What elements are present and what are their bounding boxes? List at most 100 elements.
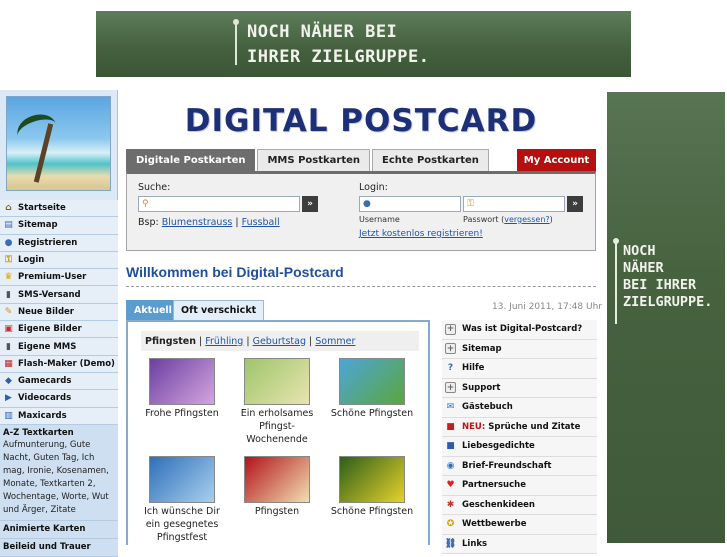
info-link-spr-che-und-zitate[interactable]: ■ NEU: Sprüche und Zitate [442,417,597,437]
video-icon: ▶ [5,393,12,404]
az-title[interactable]: A-Z Textkarten [3,428,115,438]
sidebar-item-label: SMS-Versand [18,289,81,300]
sidebar-item-registrieren[interactable]: ● Registrieren [0,234,118,252]
info-link-wettbewerbe[interactable]: ✪ Wettbewerbe [442,515,597,535]
example-link-fussball[interactable]: Fussball [242,217,280,228]
postcard-thumbnail[interactable] [149,456,215,503]
password-label: Passwort [463,215,499,224]
site-logo[interactable]: DIGITAL POSTCARD [126,98,596,143]
sidebar-item-label: Sitemap [18,220,58,231]
postcard[interactable]: Schöne Pfingsten [326,456,418,518]
left-sidebar: ⌂ Startseite ▤ Sitemap ● Registrieren ⚿ Login ♛ P… [0,90,118,557]
postcard[interactable]: Schöne Pfingsten [326,358,418,420]
sidebar-item-premium-user[interactable]: ♛ Premium-User [0,269,118,287]
banner-line [615,242,617,324]
postcard[interactable]: Ich wünsche Dir ein gesegnetes Pfingstfe… [136,456,228,544]
postcard[interactable]: Frohe Pfingsten [136,358,228,420]
sidebar-section-partial[interactable]: Beileid und Trauer [0,538,118,557]
postcard-thumbnail[interactable] [339,358,405,405]
info-link-label: Links [462,538,488,549]
postcard-caption[interactable]: Ein erholsames Pfingst-Wochenende [231,407,323,446]
search-input[interactable]: ⚲ [138,196,300,212]
my-account-button[interactable]: My Account [517,149,596,171]
postcard-caption[interactable]: Schöne Pfingsten [326,407,418,420]
sidebar-section-animated[interactable]: Animierte Karten [0,520,118,539]
sidebar-item-label: Eigene MMS [18,341,77,352]
film-icon: ▦ [4,358,13,369]
search-examples: Bsp: Blumenstrauss | Fussball [138,217,280,228]
info-link-links[interactable]: ⛓ Links [442,534,597,554]
info-link-partnersuche[interactable]: ♥ Partnersuche [442,476,597,496]
tab-aktuell[interactable]: Aktuell [126,300,180,320]
info-link-support[interactable]: + Support [442,378,597,398]
palm-leaves [13,109,61,151]
info-link-label: Partnersuche [462,480,526,491]
sidebar-item-videocards[interactable]: ▶ Videocards [0,390,118,408]
sidebar-item-login[interactable]: ⚿ Login [0,251,118,270]
forgot-password-link[interactable]: vergessen? [504,215,549,224]
sidebar-item-gamecards[interactable]: ◆ Gamecards [0,372,118,391]
sidebar-item-eigene-bilder[interactable]: ▣ Eigene Bilder [0,321,118,339]
info-link-was-ist-digital-postcard[interactable]: + Was ist Digital-Postcard? [442,320,597,340]
examples-prefix: Bsp: [138,217,159,228]
tab-mms-postkarten[interactable]: MMS Postkarten [257,149,371,171]
side-banner-line: ZIELGRUPPE. [623,294,713,310]
postcard-caption[interactable]: Frohe Pfingsten [136,407,228,420]
banner-line [235,23,237,65]
category-fruehling[interactable]: Frühling [205,336,243,347]
category-geburtstag[interactable]: Geburtstag [253,336,306,347]
sidebar-item-sitemap[interactable]: ▤ Sitemap [0,217,118,235]
section-title: Beileid und Trauer [3,541,91,552]
tab-echte-postkarten[interactable]: Echte Postkarten [372,149,489,171]
password-input[interactable]: ⚿ [463,196,565,212]
example-link-blumenstrauss[interactable]: Blumenstrauss [162,217,233,228]
sidebar-item-eigene-mms[interactable]: ▮ Eigene MMS [0,338,118,356]
sidebar-item-sms-versand[interactable]: ▮ SMS-Versand [0,286,118,304]
category-pfingsten[interactable]: Pfingsten [145,336,196,347]
postcard-thumbnail[interactable] [244,358,310,405]
search-login-panel: Suche: ⚲ » Bsp: Blumenstrauss | Fussball… [126,171,596,251]
postcard-caption[interactable]: Pfingsten [231,505,323,518]
postcard-thumbnail[interactable] [339,456,405,503]
postcard[interactable]: Pfingsten [231,456,323,518]
side-ad-banner[interactable]: NOCH NÄHER BEI IHRER ZIELGRUPPE. [605,90,727,545]
info-link-label: Sitemap [462,343,502,354]
postcard-thumbnail[interactable] [244,456,310,503]
register-link[interactable]: Jetzt kostenlos registrieren! [359,229,483,239]
postcard-caption[interactable]: Ich wünsche Dir ein gesegnetes Pfingstfe… [136,505,228,544]
sidebar-item-flash-maker-demo[interactable]: ▦ Flash-Maker (Demo) [0,355,118,373]
postcard-caption[interactable]: Schöne Pfingsten [326,505,418,518]
az-textkarten-section: A-Z Textkarten Aufmunterung, Gute Nacht, … [0,424,118,521]
top-ad-banner[interactable]: NOCH NÄHER BEI IHRER ZIELGRUPPE. [96,11,631,77]
sidebar-item-label: Gamecards [18,376,72,387]
sidebar-item-label: Registrieren [18,237,78,248]
login-go-button[interactable]: » [567,196,583,212]
tab-digitale-postkarten[interactable]: Digitale Postkarten [126,149,256,171]
info-link-hilfe[interactable]: ? Hilfe [442,359,597,379]
postcard-thumbnail[interactable] [149,358,215,405]
username-input[interactable]: ● [359,196,461,212]
sidebar-item-label: Flash-Maker (Demo) [18,358,115,369]
sidebar-item-maxicards[interactable]: ▥ Maxicards [0,407,118,425]
info-link-liebesgedichte[interactable]: ■ Liebesgedichte [442,437,597,457]
sidebar-item-startseite[interactable]: ⌂ Startseite [0,200,118,218]
sidebar-nav: ⌂ Startseite ▤ Sitemap ● Registrieren ⚿ Login ♛ P… [0,200,118,557]
info-link-g-stebuch[interactable]: ✉ Gästebuch [442,398,597,418]
sidebar-item-neue-bilder[interactable]: ✎ Neue Bilder [0,303,118,322]
category-sommer[interactable]: Sommer [315,336,355,347]
az-links[interactable]: Aufmunterung, Gute Nacht, Guten Tag, Ich… [3,439,115,517]
category-separator: | [246,335,250,347]
tab-oft-verschickt[interactable]: Oft verschickt [173,300,265,320]
phone-icon: ▮ [6,289,11,300]
info-link-sitemap[interactable]: + Sitemap [442,339,597,359]
side-banner-line: BEI IHRER [623,277,697,293]
crown-icon: ♛ [4,272,13,283]
info-link-brief-freundschaft[interactable]: ◉ Brief-Freundschaft [442,456,597,476]
divider [126,286,596,287]
postcard[interactable]: Ein erholsames Pfingst-Wochenende [231,358,323,446]
sidebar-item-label: Maxicards [18,410,67,421]
sidebar-item-label: Videocards [18,393,72,404]
banner-text-line2: IHRER ZIELGRUPPE. [247,47,430,67]
search-go-button[interactable]: » [302,196,318,212]
info-link-geschenkideen[interactable]: ✱ Geschenkideen [442,495,597,515]
